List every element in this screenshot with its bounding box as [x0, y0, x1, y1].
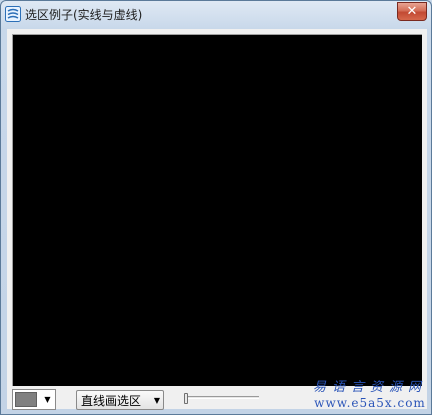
line-style-slider[interactable]: [183, 390, 263, 406]
client-area: ▼ 直线画选区 ▼: [7, 29, 427, 410]
app-icon: [5, 6, 21, 22]
chevron-down-icon: ▼: [153, 396, 160, 405]
color-picker[interactable]: ▼: [12, 389, 56, 410]
title-bar[interactable]: 选区例子(实线与虚线) ✕: [1, 1, 431, 29]
watermark-url: www.e5a5x.com: [314, 396, 426, 410]
selection-mode-value: 直线画选区: [81, 394, 142, 408]
close-button[interactable]: ✕: [397, 2, 427, 21]
app-window: 选区例子(实线与虚线) ✕ ▼ 直线画选区 ▼: [0, 0, 432, 415]
slider-thumb[interactable]: [184, 393, 188, 404]
color-swatch: [15, 392, 37, 407]
selection-mode-dropdown[interactable]: 直线画选区 ▼: [76, 390, 164, 410]
window-title: 选区例子(实线与虚线): [25, 8, 143, 22]
watermark: 易语言资源网 www.e5a5x.com: [312, 380, 428, 414]
chevron-down-icon[interactable]: ▼: [41, 392, 54, 407]
watermark-text: 易语言资源网: [312, 380, 427, 395]
drawing-canvas[interactable]: [12, 34, 422, 386]
slider-track: [185, 396, 259, 399]
close-icon: ✕: [406, 4, 418, 19]
